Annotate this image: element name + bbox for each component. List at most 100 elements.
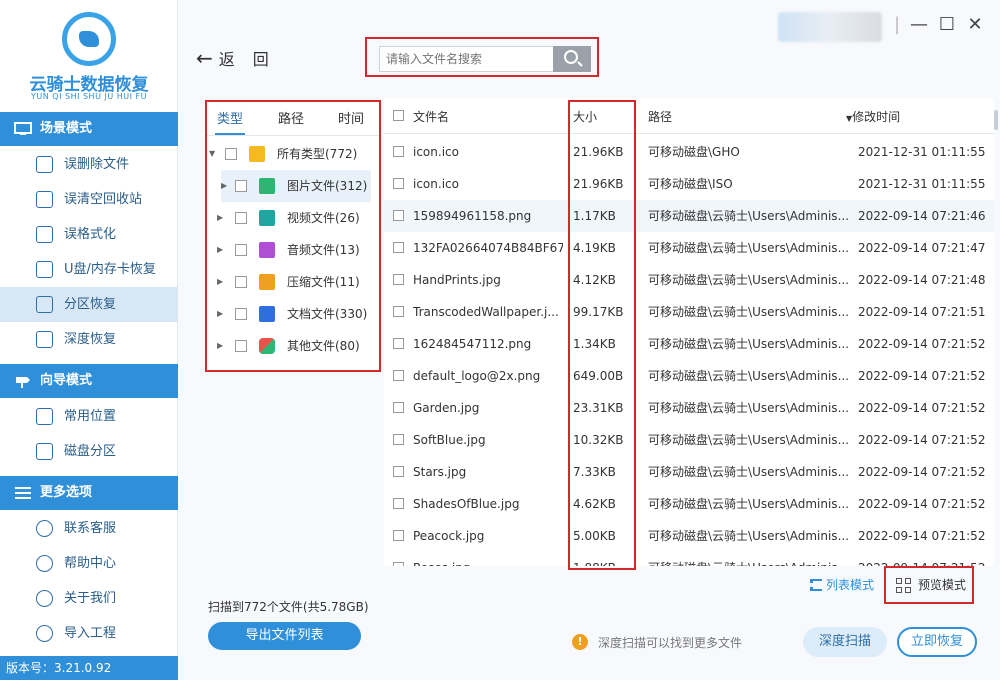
sidebar-item-usb-card[interactable]: U盘/内存卡恢复 <box>0 252 178 287</box>
expanded-caret-icon[interactable]: ▼ <box>209 138 215 170</box>
tab-type[interactable]: 类型 <box>217 108 243 127</box>
audio-icon <box>259 242 275 258</box>
other-files-icon <box>259 338 275 354</box>
sidebar-item-label: 导入工程 <box>64 626 117 641</box>
tab-time[interactable]: 时间 <box>338 108 364 127</box>
sidebar-item-deleted-files[interactable]: 误删除文件 <box>0 147 178 182</box>
file-modified-time: 2022-09-14 07:21:52 <box>858 529 986 543</box>
table-row[interactable]: HandPrints.jpg 4.12KB 可移动磁盘\云骑士\Users\Admi… <box>384 264 994 296</box>
row-checkbox[interactable] <box>393 306 404 317</box>
list-mode-label: 列表模式 <box>826 578 875 592</box>
collapsed-caret-icon[interactable]: ▶ <box>217 266 223 298</box>
collapsed-caret-icon[interactable]: ▶ <box>217 234 223 266</box>
list-mode-button[interactable]: 列表模式 <box>810 576 874 593</box>
minimize-icon[interactable]: — <box>908 14 930 36</box>
table-row[interactable]: Roses.jpg1.88KB可移动磁盘\云骑士\Users\Adminis..… <box>384 552 994 566</box>
export-list-button[interactable]: 导出文件列表 <box>208 622 361 650</box>
header-name[interactable]: 文件名 <box>413 108 449 125</box>
category-all[interactable]: ▼ 所有类型(772) <box>207 138 379 170</box>
collapsed-caret-icon[interactable]: ▶ <box>217 298 223 330</box>
sidebar-item-help[interactable]: 帮助中心 <box>0 546 178 581</box>
sidebar-item-disk-partition[interactable]: 磁盘分区 <box>0 434 178 469</box>
sidebar-item-about[interactable]: 关于我们 <box>0 581 178 616</box>
table-row[interactable]: Garden.jpg 23.31KB 可移动磁盘\云骑士\Users\Adminis… <box>384 392 994 424</box>
category-audio[interactable]: ▶ 音频文件(13) <box>207 234 379 266</box>
category-checkbox[interactable] <box>235 244 247 256</box>
sidebar-item-recycle-bin[interactable]: 误清空回收站 <box>0 182 178 217</box>
category-other[interactable]: ▶ 其他文件(80) <box>207 330 379 362</box>
header-time[interactable]: ▼修改时间 <box>846 108 900 125</box>
close-icon[interactable]: ✕ <box>964 14 986 36</box>
row-checkbox[interactable] <box>393 178 404 189</box>
table-row[interactable]: 162484547112.png 1.34KB 可移动磁盘\云骑士\Users\Ad… <box>384 328 994 360</box>
header-path[interactable]: 路径 <box>648 108 672 125</box>
file-path: 可移动磁盘\云骑士\Users\Adminis... <box>648 369 848 383</box>
collapsed-caret-icon[interactable]: ▶ <box>221 170 227 202</box>
search-button[interactable] <box>553 46 591 72</box>
tab-path[interactable]: 路径 <box>278 108 304 127</box>
deep-scan-button[interactable]: 深度扫描 <box>803 627 887 657</box>
category-checkbox[interactable] <box>225 148 237 160</box>
row-checkbox[interactable] <box>393 210 404 221</box>
category-checkbox[interactable] <box>235 340 247 352</box>
search-input[interactable] <box>379 46 553 72</box>
sidebar-item-common-locations[interactable]: 常用位置 <box>0 399 178 434</box>
section-more-options[interactable]: 更多选项 <box>0 476 178 510</box>
category-documents[interactable]: ▶ 文档文件(330) <box>207 298 379 330</box>
recover-now-button[interactable]: 立即恢复 <box>897 627 977 657</box>
sidebar-item-import-project[interactable]: 导入工程 <box>0 616 178 651</box>
row-checkbox[interactable] <box>393 370 404 381</box>
maximize-icon[interactable]: ☐ <box>936 14 958 36</box>
category-archives[interactable]: ▶ 压缩文件(11) <box>207 266 379 298</box>
user-avatar-blurred[interactable] <box>778 12 882 42</box>
table-row[interactable]: ShadesOfBlue.jpg 4.62KB 可移动磁盘\云骑士\Users\Ad… <box>384 488 994 520</box>
table-row[interactable]: icon.ico 21.96KB 可移动磁盘\ISO 2021-12-31 01:11… <box>384 168 994 200</box>
preview-mode-button[interactable]: 预览模式 <box>884 566 974 604</box>
sidebar-item-label: U盘/内存卡恢复 <box>64 262 156 277</box>
file-path: 可移动磁盘\云骑士\Users\Adminis... <box>648 552 848 566</box>
row-checkbox[interactable] <box>393 242 404 253</box>
section-wizard-mode[interactable]: 向导模式 <box>0 364 178 398</box>
category-label: 图片文件(312) <box>287 179 368 193</box>
table-row[interactable]: 132FA02664074B84BF67... 4.19KB 可移动磁盘\云骑士\U… <box>384 232 994 264</box>
sidebar-item-deep-recovery[interactable]: 深度恢复 <box>0 322 178 357</box>
row-checkbox[interactable] <box>393 434 404 445</box>
file-modified-time: 2022-09-14 07:21:52 <box>858 401 986 415</box>
row-checkbox[interactable] <box>393 274 404 285</box>
sidebar-item-partition-recovery[interactable]: 分区恢复 <box>0 287 178 322</box>
category-label: 所有类型(772) <box>277 147 358 161</box>
category-checkbox[interactable] <box>235 180 247 192</box>
sidebar-item-support[interactable]: 联系客服 <box>0 511 178 546</box>
category-videos[interactable]: ▶ 视频文件(26) <box>207 202 379 234</box>
collapsed-caret-icon[interactable]: ▶ <box>217 202 223 234</box>
table-row[interactable]: 159894961158.png 1.17KB 可移动磁盘\云骑士\Users\Ad… <box>384 200 994 232</box>
file-path: 可移动磁盘\云骑士\Users\Adminis... <box>648 465 848 479</box>
sidebar-item-label: 帮助中心 <box>64 556 117 571</box>
collapsed-caret-icon[interactable]: ▶ <box>217 330 223 362</box>
row-checkbox[interactable] <box>393 466 404 477</box>
table-row[interactable]: SoftBlue.jpg 10.32KB 可移动磁盘\云骑士\Users\Admin… <box>384 424 994 456</box>
table-row[interactable]: TranscodedWallpaper.j... 99.17KB 可移动磁盘\云骑士… <box>384 296 994 328</box>
list-scrollbar[interactable] <box>994 110 998 130</box>
row-checkbox[interactable] <box>393 146 404 157</box>
back-button[interactable]: ← 返回 <box>196 46 287 70</box>
category-checkbox[interactable] <box>235 212 247 224</box>
row-checkbox[interactable] <box>393 498 404 509</box>
row-checkbox[interactable] <box>393 338 404 349</box>
table-row[interactable]: icon.ico 21.96KB 可移动磁盘\GHO 2021-12-31 01:11… <box>384 136 994 168</box>
table-row[interactable]: default_logo@2x.png 649.00B 可移动磁盘\云骑士\User… <box>384 360 994 392</box>
category-checkbox[interactable] <box>235 308 247 320</box>
category-checkbox[interactable] <box>235 276 247 288</box>
category-images[interactable]: ▶ 图片文件(312) <box>221 170 371 202</box>
table-row[interactable]: Stars.jpg 7.33KB 可移动磁盘\云骑士\Users\Adminis..… <box>384 456 994 488</box>
back-label: 返回 <box>218 50 287 69</box>
sidebar-item-format[interactable]: 误格式化 <box>0 217 178 252</box>
file-name: ShadesOfBlue.jpg <box>413 497 520 511</box>
row-checkbox[interactable] <box>393 402 404 413</box>
row-checkbox[interactable] <box>393 530 404 541</box>
format-icon <box>36 226 53 243</box>
row-checkbox[interactable] <box>393 562 404 566</box>
section-scene-mode[interactable]: 场景模式 <box>0 112 178 146</box>
table-row[interactable]: Peacock.jpg 5.00KB 可移动磁盘\云骑士\Users\Adminis… <box>384 520 994 552</box>
select-all-checkbox[interactable] <box>393 110 404 121</box>
